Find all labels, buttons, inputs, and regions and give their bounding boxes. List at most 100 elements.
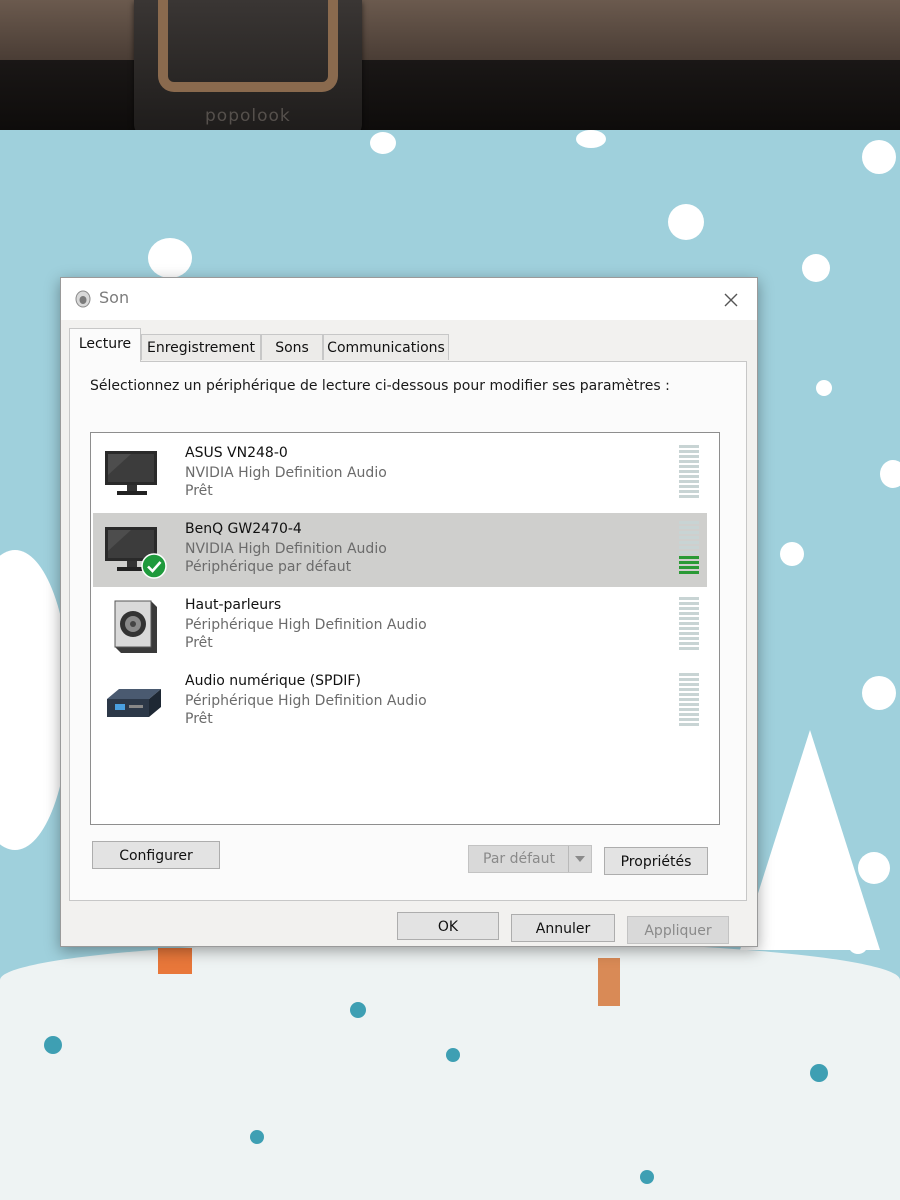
device-description: NVIDIA High Definition Audio	[185, 465, 387, 481]
cancel-button[interactable]: Annuler	[511, 914, 615, 942]
tab-lecture[interactable]: Lecture	[69, 328, 141, 362]
meter-segment	[679, 632, 699, 635]
meter-segment	[679, 480, 699, 483]
meter-segment	[679, 723, 699, 726]
wallpaper-tree	[740, 730, 880, 950]
meter-segment	[679, 698, 699, 701]
set-default-button[interactable]: Par défaut	[468, 845, 592, 873]
wallpaper-boot	[598, 958, 620, 1006]
device-status: Prêt	[185, 711, 213, 727]
webcam-brand: popolook	[205, 106, 291, 126]
device-name: Audio numérique (SPDIF)	[185, 673, 361, 689]
wallpaper-dot	[640, 1170, 654, 1184]
wallpaper-dot	[810, 1064, 828, 1082]
set-default-dropdown[interactable]	[568, 846, 591, 872]
properties-button[interactable]: Propriétés	[604, 847, 708, 875]
meter-segment	[679, 708, 699, 711]
chevron-down-icon	[575, 856, 585, 862]
wallpaper-ground	[0, 940, 900, 1200]
device-row-spdif[interactable]: Audio numérique (SPDIF) Périphérique Hig…	[93, 665, 707, 739]
instruction-text: Sélectionnez un périphérique de lecture …	[90, 378, 670, 394]
device-name: BenQ GW2470-4	[185, 521, 302, 537]
snowflake	[780, 542, 804, 566]
level-meter	[679, 521, 699, 579]
wallpaper-dot	[446, 1048, 460, 1062]
meter-segment	[679, 450, 699, 453]
meter-segment	[679, 546, 699, 549]
snowflake	[802, 254, 830, 282]
snowflake	[858, 852, 890, 884]
level-meter	[679, 445, 699, 503]
speaker-icon	[114, 600, 157, 653]
monitor-icon	[105, 451, 157, 495]
meter-segment	[679, 470, 699, 473]
device-status: Prêt	[185, 635, 213, 651]
sound-dialog: Son Lecture Enregistrement Sons Communic…	[60, 277, 758, 947]
meter-segment	[679, 495, 699, 498]
snowflake	[862, 140, 896, 174]
meter-segment	[679, 617, 699, 620]
tab-sons[interactable]: Sons	[261, 334, 323, 360]
meter-segment	[679, 571, 699, 574]
meter-segment	[679, 718, 699, 721]
meter-segment	[679, 688, 699, 691]
meter-segment	[679, 566, 699, 569]
wallpaper-dot	[250, 1130, 264, 1144]
device-row-asus[interactable]: ASUS VN248-0 NVIDIA High Definition Audi…	[93, 437, 707, 511]
meter-segment	[679, 465, 699, 468]
meter-segment	[679, 602, 699, 605]
tab-enregistrement[interactable]: Enregistrement	[141, 334, 261, 360]
snowflake	[668, 204, 704, 240]
device-name: Haut-parleurs	[185, 597, 282, 613]
set-default-label: Par défaut	[483, 851, 555, 867]
snowflake	[862, 676, 896, 710]
meter-segment	[679, 521, 699, 524]
device-row-speakers[interactable]: Haut-parleurs Périphérique High Definiti…	[93, 589, 707, 663]
meter-segment	[679, 597, 699, 600]
meter-segment	[679, 622, 699, 625]
digital-audio-icon	[107, 689, 161, 717]
wallpaper-boot	[158, 948, 192, 974]
meter-segment	[679, 637, 699, 640]
meter-segment	[679, 490, 699, 493]
meter-segment	[679, 475, 699, 478]
meter-segment	[679, 541, 699, 544]
close-icon	[724, 293, 738, 307]
apply-button[interactable]: Appliquer	[627, 916, 729, 944]
snowflake	[880, 460, 900, 488]
title-bar: Son	[61, 278, 757, 320]
meter-segment	[679, 678, 699, 681]
level-meter	[679, 597, 699, 655]
device-list[interactable]: ASUS VN248-0 NVIDIA High Definition Audi…	[90, 432, 720, 825]
meter-segment	[679, 693, 699, 696]
meter-segment	[679, 531, 699, 534]
configure-button[interactable]: Configurer	[92, 841, 220, 869]
meter-segment	[679, 551, 699, 554]
snowflake	[816, 380, 832, 396]
meter-segment	[679, 612, 699, 615]
meter-segment	[679, 485, 699, 488]
meter-segment	[679, 607, 699, 610]
playback-panel: Sélectionnez un périphérique de lecture …	[69, 361, 747, 901]
level-meter	[679, 673, 699, 731]
speaker-icon	[75, 290, 91, 308]
wallpaper-dot	[350, 1002, 366, 1018]
device-status: Prêt	[185, 483, 213, 499]
snowflake	[148, 238, 192, 278]
meter-segment	[679, 673, 699, 676]
meter-segment	[679, 647, 699, 650]
meter-segment	[679, 642, 699, 645]
device-name: ASUS VN248-0	[185, 445, 288, 461]
meter-segment	[679, 455, 699, 458]
tab-communications[interactable]: Communications	[323, 334, 449, 360]
snowflake	[576, 130, 606, 148]
device-status: Périphérique par défaut	[185, 559, 352, 575]
ok-button[interactable]: OK	[397, 912, 499, 940]
close-button[interactable]	[717, 286, 745, 314]
device-row-benq[interactable]: BenQ GW2470-4 NVIDIA High Definition Aud…	[93, 513, 707, 587]
meter-segment	[679, 526, 699, 529]
meter-segment	[679, 627, 699, 630]
meter-segment	[679, 536, 699, 539]
window-title: Son	[99, 288, 130, 307]
meter-segment	[679, 703, 699, 706]
